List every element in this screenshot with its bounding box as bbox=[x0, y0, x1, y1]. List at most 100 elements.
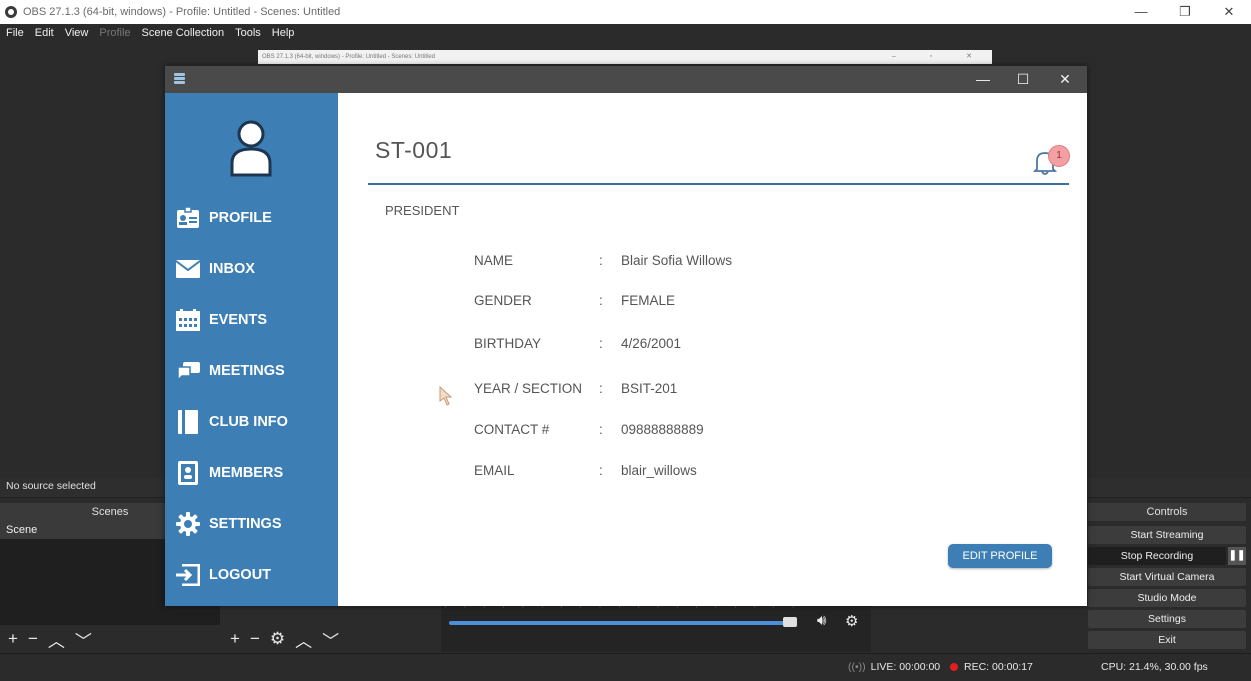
chat-bubbles-icon bbox=[175, 359, 201, 383]
envelope-icon bbox=[175, 257, 201, 281]
rec-timer: REC: 00:00:17 bbox=[964, 661, 1033, 673]
controls-dock-header: Controls bbox=[1088, 503, 1246, 521]
menu-edit[interactable]: Edit bbox=[35, 27, 54, 39]
app-logo-icon bbox=[174, 73, 185, 85]
info-row-email: EMAIL : blair_willows bbox=[474, 460, 697, 480]
speaker-icon[interactable]: 🔊︎ bbox=[817, 612, 826, 629]
mouse-cursor-icon bbox=[439, 386, 453, 406]
sidebar-item-label: MEETINGS bbox=[209, 363, 285, 379]
info-row-contact: CONTACT # : 09888888889 bbox=[474, 419, 704, 439]
field-value: FEMALE bbox=[621, 292, 676, 308]
obs-logo-icon bbox=[5, 6, 17, 18]
sidebar-item-events[interactable]: EVENTS bbox=[175, 305, 335, 335]
volume-slider-handle[interactable] bbox=[783, 617, 797, 627]
field-value: blair_willows bbox=[621, 462, 697, 478]
controls-dock: Controls Start Streaming Stop Recording … bbox=[1070, 503, 1251, 653]
add-source-button[interactable]: + bbox=[230, 629, 240, 649]
app-titlebar: — ☐ ✕ bbox=[165, 66, 1087, 93]
book-icon bbox=[175, 410, 201, 434]
source-down-button[interactable]: ﹀ bbox=[322, 627, 339, 652]
sidebar-item-label: MEMBERS bbox=[209, 465, 284, 481]
user-avatar-icon bbox=[230, 120, 272, 177]
add-scene-button[interactable]: + bbox=[8, 629, 18, 649]
sidebar-item-label: PROFILE bbox=[209, 210, 272, 226]
app-maximize-button[interactable]: ☐ bbox=[1003, 66, 1043, 93]
sidebar-item-label: INBOX bbox=[209, 261, 255, 277]
restore-button[interactable]: ❐ bbox=[1163, 0, 1207, 24]
field-label: NAME bbox=[474, 252, 514, 268]
field-label: BIRTHDAY bbox=[474, 335, 542, 351]
start-virtual-camera-button[interactable]: Start Virtual Camera bbox=[1088, 568, 1246, 586]
studio-mode-button[interactable]: Studio Mode bbox=[1088, 589, 1246, 607]
move-up-button[interactable]: ︿ bbox=[48, 627, 65, 652]
menu-scene-collection[interactable]: Scene Collection bbox=[142, 27, 225, 39]
obs-statusbar: ((•)) LIVE: 00:00:00 REC: 00:00:17 CPU: 2… bbox=[0, 653, 1251, 681]
field-colon: : bbox=[599, 421, 603, 437]
id-badge-icon bbox=[175, 461, 201, 485]
student-id-title: ST-001 bbox=[375, 137, 453, 163]
sidebar-item-inbox[interactable]: INBOX bbox=[175, 254, 335, 284]
stop-recording-button[interactable]: Stop Recording bbox=[1088, 547, 1226, 565]
audio-mixer: ||||||||||||||||||| 🔊︎ ⚙ bbox=[441, 600, 871, 652]
menu-tools[interactable]: Tools bbox=[235, 27, 261, 39]
sidebar-item-members[interactable]: MEMBERS bbox=[175, 458, 335, 488]
sidebar-item-settings[interactable]: SETTINGS bbox=[175, 509, 335, 539]
pause-recording-button[interactable]: ❚❚ bbox=[1228, 547, 1246, 565]
source-up-button[interactable]: ︿ bbox=[295, 627, 312, 652]
preview-window-controls: – ▫ ✕ bbox=[891, 53, 988, 60]
start-streaming-button[interactable]: Start Streaming bbox=[1088, 526, 1246, 544]
minimize-button[interactable]: — bbox=[1119, 0, 1163, 24]
student-app-window: — ☐ ✕ PROFILE INBOX EVENTS MEETINGS CLUB… bbox=[165, 66, 1087, 606]
menu-file[interactable]: File bbox=[6, 27, 24, 39]
mixer-gear-icon[interactable]: ⚙ bbox=[845, 612, 858, 630]
info-row-name: NAME : Blair Sofia Willows bbox=[474, 250, 732, 270]
close-button[interactable]: ✕ bbox=[1207, 0, 1251, 24]
field-colon: : bbox=[599, 462, 603, 478]
info-row-year-section: YEAR / SECTION : BSIT-201 bbox=[474, 378, 677, 398]
edit-profile-button[interactable]: EDIT PROFILE bbox=[948, 544, 1052, 568]
notification-badge[interactable]: 1 bbox=[1048, 145, 1070, 167]
settings-button[interactable]: Settings bbox=[1088, 610, 1246, 628]
sidebar-item-club-info[interactable]: CLUB INFO bbox=[175, 407, 335, 437]
menu-view[interactable]: View bbox=[65, 27, 89, 39]
field-value: BSIT-201 bbox=[621, 380, 678, 396]
profile-card-icon bbox=[175, 206, 201, 230]
live-status: ((•)) LIVE: 00:00:00 bbox=[848, 661, 940, 673]
position-label: PRESIDENT bbox=[385, 203, 460, 218]
obs-window-title: OBS 27.1.3 (64-bit, windows) - Profile: … bbox=[23, 6, 341, 18]
preview-window-title: OBS 27.1.3 (64-bit, windows) - Profile: … bbox=[262, 54, 436, 60]
field-value: 4/26/2001 bbox=[621, 335, 682, 351]
field-colon: : bbox=[599, 252, 603, 268]
volume-slider[interactable] bbox=[449, 621, 797, 625]
field-label: EMAIL bbox=[474, 462, 515, 478]
preview-window-titlebar: OBS 27.1.3 (64-bit, windows) - Profile: … bbox=[258, 50, 992, 64]
sidebar-item-label: SETTINGS bbox=[209, 516, 282, 532]
sidebar-item-profile[interactable]: PROFILE bbox=[175, 203, 335, 233]
calendar-icon bbox=[175, 308, 201, 332]
info-row-birthday: BIRTHDAY : 4/26/2001 bbox=[474, 333, 681, 353]
sidebar-item-label: LOGOUT bbox=[209, 567, 272, 583]
scenes-toolbar: + − ︿ ﹀ bbox=[0, 627, 220, 651]
source-settings-gear-icon[interactable]: ⚙ bbox=[270, 629, 285, 649]
move-down-button[interactable]: ﹀ bbox=[75, 627, 92, 652]
broadcast-icon: ((•)) bbox=[848, 661, 866, 673]
menu-profile[interactable]: Profile bbox=[99, 27, 130, 39]
obs-titlebar: OBS 27.1.3 (64-bit, windows) - Profile: … bbox=[0, 0, 1251, 24]
logout-icon bbox=[175, 563, 201, 587]
app-minimize-button[interactable]: — bbox=[963, 66, 1003, 93]
remove-source-button[interactable]: − bbox=[250, 629, 260, 649]
app-close-button[interactable]: ✕ bbox=[1045, 66, 1085, 93]
obs-window-controls: — ❐ ✕ bbox=[1119, 0, 1251, 24]
live-timer: LIVE: 00:00:00 bbox=[870, 661, 941, 673]
exit-button[interactable]: Exit bbox=[1088, 631, 1246, 649]
menu-help[interactable]: Help bbox=[272, 27, 295, 39]
field-label: GENDER bbox=[474, 292, 532, 308]
gear-icon bbox=[175, 512, 201, 536]
field-colon: : bbox=[599, 292, 603, 308]
sources-toolbar: + − ⚙ ︿ ﹀ bbox=[222, 627, 440, 651]
sidebar-item-meetings[interactable]: MEETINGS bbox=[175, 356, 335, 386]
remove-scene-button[interactable]: − bbox=[28, 629, 38, 649]
sidebar-item-logout[interactable]: LOGOUT bbox=[175, 560, 335, 590]
field-label: YEAR / SECTION bbox=[474, 380, 583, 396]
profile-main-panel: ST-001 1 PRESIDENT NAME : Blair Sofia Wi… bbox=[338, 93, 1087, 606]
